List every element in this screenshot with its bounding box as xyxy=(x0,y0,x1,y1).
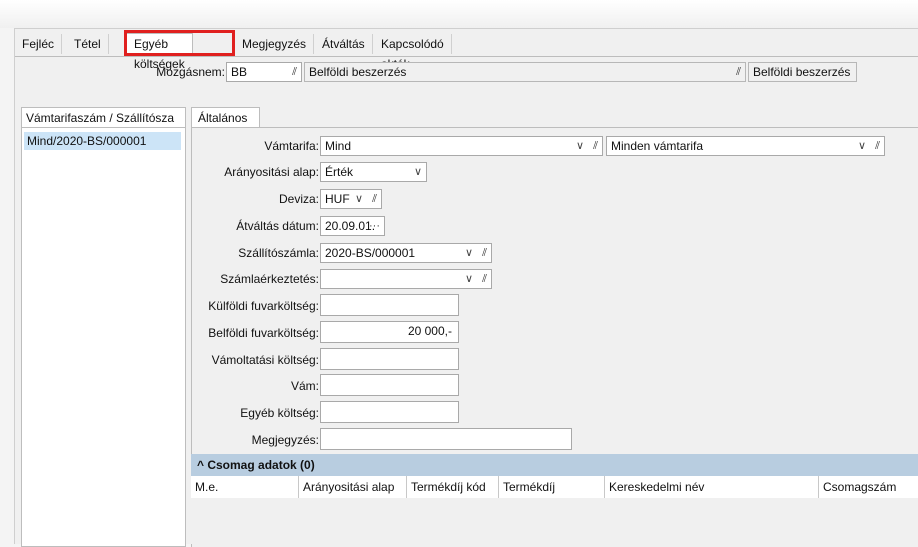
tab-atvaltas[interactable]: Átváltás xyxy=(315,34,373,54)
chevron-down-icon[interactable]: ∨ xyxy=(576,137,584,155)
mozgasnem-description2-value: Belföldi beszerzés xyxy=(753,65,851,79)
szallitoszamla-select[interactable]: 2020-BS/000001 ∨ ⫽ xyxy=(320,243,492,263)
mozgasnem-description-field: Belföldi beszerzés ⫽ xyxy=(304,62,746,82)
paperclip-icon[interactable]: ⫽ xyxy=(736,63,741,81)
atvaltas-datum-label: Átváltás dátum: xyxy=(236,219,319,233)
vam-label: Vám: xyxy=(290,379,319,393)
mozgasnem-code-value: BB xyxy=(231,65,248,79)
csomag-grid-body xyxy=(191,498,918,544)
egyeb-koltseg-label: Egyéb költség: xyxy=(240,406,319,420)
paperclip-icon[interactable]: ⫽ xyxy=(482,244,487,262)
tab-altalanos[interactable]: Általános xyxy=(191,107,260,127)
column-header[interactable]: Kereskedelmi név xyxy=(605,476,819,498)
mozgasnem-description-value: Belföldi beszerzés xyxy=(309,65,407,79)
paperclip-icon[interactable]: ⫽ xyxy=(372,190,377,208)
window-shadow xyxy=(0,0,918,28)
left-panel-list: Mind/2020-BS/000001 xyxy=(21,127,186,547)
aranyositasi-alap-select[interactable]: Érték ∨ xyxy=(320,162,427,182)
vamoltatasi-koltseg-label: Vámoltatási költség: xyxy=(211,353,319,367)
column-header[interactable]: Termékdíj kód xyxy=(407,476,499,498)
csomag-grid-header: M.e. Arányositási alap Termékdíj kód Ter… xyxy=(191,476,918,499)
kulfoldi-fuvarkoltseg-input[interactable] xyxy=(320,294,459,316)
deviza-select[interactable]: HUF ∨ ⫽ xyxy=(320,189,382,209)
chevron-down-icon[interactable]: ∨ xyxy=(465,244,473,262)
deviza-label: Deviza: xyxy=(278,192,319,206)
vamtarifa-value: Mind xyxy=(325,139,352,153)
atvaltas-datum-field[interactable]: 20.09.01. ··· xyxy=(320,216,385,236)
column-header[interactable]: Termékdíj xyxy=(499,476,605,498)
tab-fejlec[interactable]: Fejléc xyxy=(15,34,63,54)
vamtarifa-name-value: Minden vámtarifa xyxy=(611,139,704,153)
vamtarifa-select[interactable]: Mind ∨ ⫽ xyxy=(320,136,603,156)
paperclip-icon[interactable]: ⫽ xyxy=(875,137,880,155)
egyeb-koltseg-input[interactable] xyxy=(320,401,459,423)
list-item[interactable]: Mind/2020-BS/000001 xyxy=(24,132,181,150)
chevron-down-icon[interactable]: ∨ xyxy=(465,270,473,288)
megjegyzes-input[interactable] xyxy=(320,428,572,450)
tab-tetel[interactable]: Tétel xyxy=(67,34,109,54)
vam-input[interactable] xyxy=(320,374,459,396)
column-header[interactable]: Csomagszám xyxy=(819,476,918,498)
paperclip-icon[interactable]: ⫽ xyxy=(482,270,487,288)
szamlaerkeztetes-select[interactable]: ∨ ⫽ xyxy=(320,269,492,289)
chevron-down-icon[interactable]: ∨ xyxy=(355,190,363,208)
atvaltas-datum-value: 20.09.01. xyxy=(325,219,376,233)
aranyositasi-alap-label: Arányositási alap: xyxy=(224,165,319,179)
paperclip-icon[interactable]: ⫽ xyxy=(292,63,297,81)
main-window: Fejléc Tétel Egyéb költségek Megjegyzés … xyxy=(14,28,918,547)
belfoldi-fuvarkoltseg-label: Belföldi fuvarköltség: xyxy=(208,326,319,340)
left-panel-tab[interactable]: Vámtarifaszám / Szállítósza xyxy=(21,107,186,127)
mozgasnem-description2-field: Belföldi beszerzés xyxy=(748,62,857,82)
szallitoszamla-value: 2020-BS/000001 xyxy=(325,246,416,260)
column-header[interactable]: M.e. xyxy=(191,476,299,498)
tab-kapcsolodo-aktak[interactable]: Kapcsolódó akták xyxy=(374,34,452,71)
date-picker-button[interactable]: ··· xyxy=(369,217,380,235)
chevron-down-icon[interactable]: ∨ xyxy=(414,163,422,181)
tab-highlight-box xyxy=(124,30,235,56)
tab-megjegyzes[interactable]: Megjegyzés xyxy=(235,34,315,54)
mozgasnem-code-field[interactable]: BB ⫽ xyxy=(226,62,302,82)
chevron-down-icon[interactable]: ∨ xyxy=(858,137,866,155)
szamlaerkeztetes-label: Számlaérkeztetés: xyxy=(220,272,319,286)
mozgasnem-label: Mozgásnem: xyxy=(156,65,225,79)
szallitoszamla-label: Szállítószámla: xyxy=(238,246,319,260)
kulfoldi-fuvarkoltseg-label: Külföldi fuvarköltség: xyxy=(208,299,319,313)
megjegyzes-label: Megjegyzés: xyxy=(251,433,319,447)
belfoldi-fuvarkoltseg-input[interactable]: 20 000,- xyxy=(320,321,459,343)
tab-divider xyxy=(15,56,918,57)
vamtarifa-label: Vámtarifa: xyxy=(264,139,319,153)
paperclip-icon[interactable]: ⫽ xyxy=(593,137,598,155)
column-header[interactable]: Arányositási alap xyxy=(299,476,407,498)
csomag-section-header[interactable]: ^ Csomag adatok (0) xyxy=(191,454,918,476)
vamtarifa-name-select[interactable]: Minden vámtarifa ∨ ⫽ xyxy=(606,136,885,156)
aranyositasi-alap-value: Érték xyxy=(325,165,354,179)
deviza-value: HUF xyxy=(325,192,350,206)
vamoltatasi-koltseg-input[interactable] xyxy=(320,348,459,370)
